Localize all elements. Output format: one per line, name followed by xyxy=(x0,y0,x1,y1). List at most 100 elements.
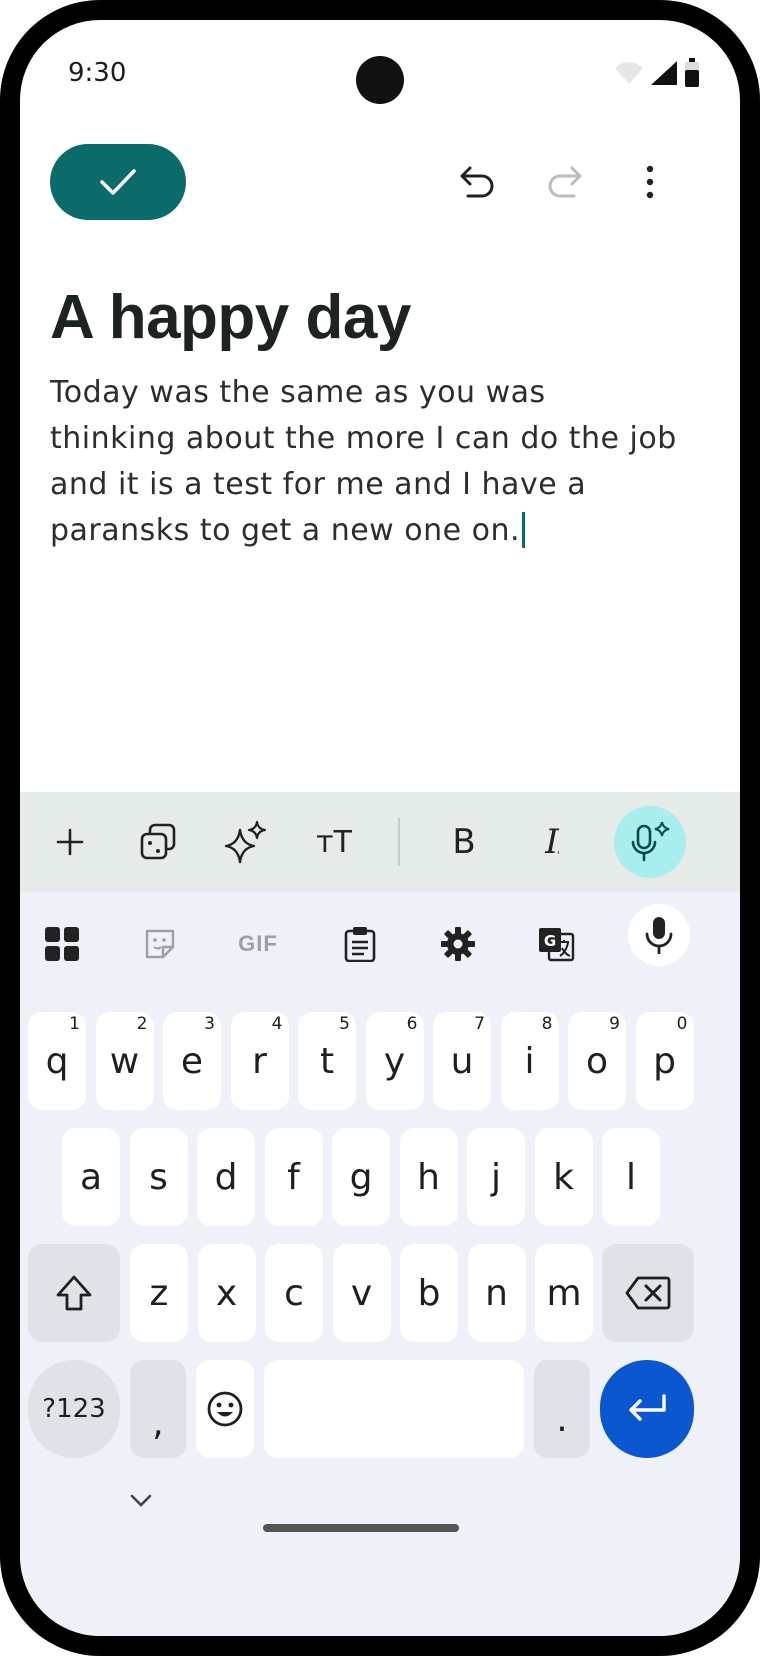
key-s[interactable]: s xyxy=(129,1128,188,1226)
text-cursor xyxy=(522,512,526,548)
hide-keyboard-icon[interactable] xyxy=(130,1494,152,1508)
key-y[interactable]: y6 xyxy=(365,1012,424,1110)
enter-icon xyxy=(629,1394,666,1421)
more-vert-icon xyxy=(646,165,654,199)
key-b[interactable]: b xyxy=(400,1244,458,1342)
key-hint: 7 xyxy=(474,1014,485,1034)
note-title[interactable]: A happy day xyxy=(50,282,411,353)
text-size-button[interactable]: тT xyxy=(306,814,362,870)
backspace-icon xyxy=(625,1276,671,1310)
key-label: i xyxy=(524,1040,535,1082)
key-k[interactable]: k xyxy=(534,1128,593,1226)
space-key[interactable] xyxy=(264,1360,524,1458)
key-t[interactable]: t5 xyxy=(298,1012,356,1110)
keyboard: GIF G q1w2e3r4t5y6u7i8o9p0 asdfghjkl zxc… xyxy=(20,892,740,1636)
sticker-button[interactable] xyxy=(132,916,188,972)
key-w[interactable]: w2 xyxy=(95,1012,154,1110)
clipboard-icon xyxy=(344,927,376,962)
clipboard-button[interactable] xyxy=(332,916,388,972)
voice-input-button[interactable] xyxy=(614,806,686,878)
shift-key[interactable] xyxy=(28,1244,120,1342)
key-z[interactable]: z xyxy=(130,1244,188,1342)
key-label: t xyxy=(319,1040,335,1082)
redo-button[interactable] xyxy=(542,160,586,204)
emoji-icon xyxy=(207,1391,243,1427)
comma-key[interactable]: , xyxy=(130,1360,186,1458)
shift-icon xyxy=(56,1275,92,1311)
key-p[interactable]: p0 xyxy=(635,1012,694,1110)
key-j[interactable]: j xyxy=(467,1128,525,1226)
gear-icon xyxy=(441,927,475,961)
settings-button[interactable] xyxy=(430,916,486,972)
camera-cutout xyxy=(356,56,404,104)
svg-text:G: G xyxy=(544,932,556,950)
key-label: y xyxy=(383,1040,406,1082)
mic-icon xyxy=(645,917,673,954)
note-body[interactable]: Today was the same as you was thinking a… xyxy=(50,370,680,554)
key-hint: 4 xyxy=(271,1014,283,1034)
add-button[interactable] xyxy=(42,814,98,870)
key-hint: 2 xyxy=(136,1014,148,1034)
redo-icon xyxy=(548,166,582,198)
more-options-button[interactable] xyxy=(628,160,672,204)
undo-icon xyxy=(460,166,494,198)
key-q[interactable]: q1 xyxy=(28,1012,86,1110)
key-a[interactable]: a xyxy=(62,1128,120,1226)
key-x[interactable]: x xyxy=(197,1244,256,1342)
keyboard-mic-button[interactable] xyxy=(628,904,690,966)
apps-button[interactable] xyxy=(34,916,90,972)
key-label: u xyxy=(450,1040,474,1082)
key-h[interactable]: h xyxy=(399,1128,458,1226)
done-button[interactable] xyxy=(50,144,186,220)
key-u[interactable]: u7 xyxy=(433,1012,491,1110)
wifi-icon xyxy=(615,62,643,84)
key-e[interactable]: e3 xyxy=(163,1012,221,1110)
key-hint: 8 xyxy=(541,1014,553,1034)
key-v[interactable]: v xyxy=(332,1244,391,1342)
sparkle-icon xyxy=(224,820,267,864)
key-hint: 9 xyxy=(609,1014,620,1034)
key-hint: 0 xyxy=(676,1014,688,1034)
key-c[interactable]: c xyxy=(265,1244,323,1342)
key-hint: 5 xyxy=(339,1014,350,1034)
layers-button[interactable] xyxy=(130,814,186,870)
key-label: e xyxy=(180,1040,204,1082)
key-l[interactable]: l xyxy=(602,1128,660,1226)
backspace-key[interactable] xyxy=(602,1244,694,1342)
key-f[interactable]: f xyxy=(264,1128,323,1226)
apps-grid-icon xyxy=(45,927,79,961)
undo-button[interactable] xyxy=(456,160,500,204)
key-label: w xyxy=(109,1040,140,1082)
check-icon xyxy=(100,169,136,195)
layers-icon xyxy=(140,823,176,860)
emoji-key[interactable] xyxy=(196,1360,254,1458)
gif-button[interactable]: GIF xyxy=(230,916,286,972)
translate-icon: G xyxy=(539,928,575,962)
enter-key[interactable] xyxy=(600,1360,694,1458)
key-hint: 3 xyxy=(204,1014,215,1034)
key-g[interactable]: g xyxy=(332,1128,390,1226)
key-m[interactable]: m xyxy=(535,1244,593,1342)
ai-assist-button[interactable] xyxy=(218,814,274,870)
key-d[interactable]: d xyxy=(197,1128,255,1226)
key-i[interactable]: i8 xyxy=(500,1012,559,1110)
formatting-toolbar: тT B I xyxy=(20,792,740,892)
translate-button[interactable]: G xyxy=(528,916,584,972)
key-label: o xyxy=(585,1040,609,1082)
symbols-key[interactable]: ?123 xyxy=(28,1360,120,1458)
period-key[interactable]: . xyxy=(534,1360,590,1458)
plus-icon xyxy=(56,828,84,856)
sticker-icon xyxy=(145,929,175,959)
battery-icon xyxy=(685,58,699,87)
key-o[interactable]: o9 xyxy=(568,1012,626,1110)
italic-button[interactable]: I xyxy=(524,814,580,870)
bold-button[interactable]: B xyxy=(436,814,492,870)
key-label: r xyxy=(252,1040,267,1082)
key-n[interactable]: n xyxy=(467,1244,526,1342)
key-r[interactable]: r4 xyxy=(230,1012,289,1110)
toolbar-divider xyxy=(398,818,400,866)
status-time: 9:30 xyxy=(68,58,127,88)
mic-sparkle-icon xyxy=(631,821,670,862)
signal-icon xyxy=(651,61,677,85)
key-label: p xyxy=(653,1040,676,1082)
